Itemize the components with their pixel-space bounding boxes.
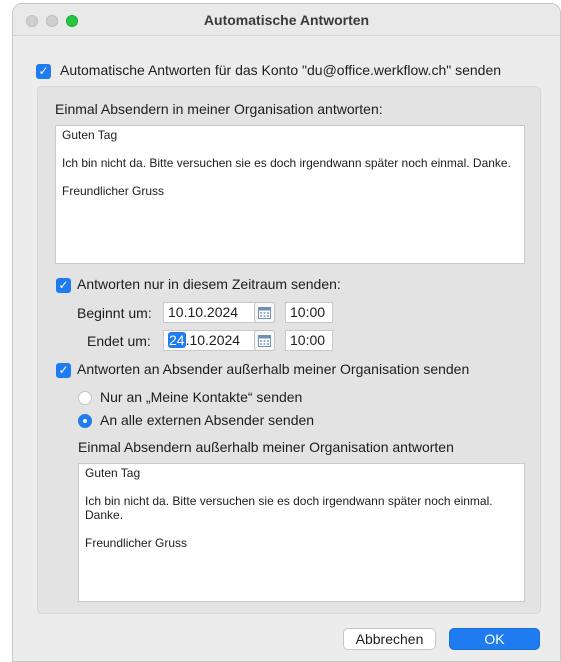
ok-button[interactable]: OK <box>449 628 540 650</box>
end-date-field[interactable]: 24.10.2024 <box>163 330 256 351</box>
auto-reply-dialog: Automatische Antworten ✓ Automatische An… <box>12 3 561 662</box>
internal-line <box>62 142 518 156</box>
start-time-value: 10:00 <box>290 304 326 320</box>
internal-line: Ich bin nicht da. Bitte versuchen sie es… <box>62 156 511 170</box>
end-time-field[interactable]: 10:00 <box>285 330 333 351</box>
internal-line: Freundlicher Gruss <box>62 184 165 198</box>
radio-my-contacts-label: Nur an „Meine Kontakte“ senden <box>100 389 303 405</box>
external-reply-checkbox[interactable]: ✓ <box>56 363 71 378</box>
auto-reply-checkbox[interactable]: ✓ <box>36 64 51 79</box>
title-bar: Automatische Antworten <box>13 4 560 36</box>
checkmark-icon: ✓ <box>38 64 49 78</box>
start-date-field[interactable]: 10.10.2024 <box>163 302 256 323</box>
checkmark-icon: ✓ <box>58 363 69 377</box>
end-date-rest: .10.2024 <box>185 332 241 348</box>
external-line: Guten Tag <box>85 466 141 480</box>
external-line <box>85 480 518 494</box>
external-line <box>85 522 518 536</box>
start-date-value: 10.10.2024 <box>168 304 239 320</box>
start-time-field[interactable]: 10:00 <box>285 302 333 323</box>
end-calendar-button[interactable] <box>254 330 275 351</box>
external-line: Freundlicher Gruss <box>85 536 188 550</box>
calendar-icon <box>258 335 271 347</box>
start-calendar-button[interactable] <box>254 302 275 323</box>
external-reply-checkbox-label: Antworten an Absender außerhalb meiner O… <box>77 361 470 377</box>
checkmark-icon: ✓ <box>58 278 69 292</box>
internal-line: Guten Tag <box>62 128 118 142</box>
external-reply-textarea[interactable]: Guten Tag Ich bin nicht da. Bitte versuc… <box>78 463 525 602</box>
external-line: Ich bin nicht da. Bitte versuchen sie es… <box>85 494 493 522</box>
radio-my-contacts[interactable] <box>78 391 92 405</box>
schedule-checkbox-label: Antworten nur in diesem Zeitraum senden: <box>77 276 341 292</box>
auto-reply-settings-group: Einmal Absendern in meiner Organisation … <box>37 86 541 614</box>
schedule-checkbox[interactable]: ✓ <box>56 278 71 293</box>
radio-all-external-label: An alle externen Absender senden <box>100 412 315 428</box>
internal-reply-textarea[interactable]: Guten Tag Ich bin nicht da. Bitte versuc… <box>55 125 525 264</box>
end-label: Endet um: <box>87 333 151 349</box>
end-date-day-selected[interactable]: 24 <box>168 332 186 348</box>
auto-reply-checkbox-label: Automatische Antworten für das Konto "du… <box>60 62 502 78</box>
external-reply-heading: Einmal Absendern außerhalb meiner Organi… <box>78 439 454 455</box>
end-time-value: 10:00 <box>290 332 326 348</box>
radio-all-external[interactable] <box>78 414 92 428</box>
calendar-icon <box>258 307 271 319</box>
start-label: Beginnt um: <box>77 305 152 321</box>
internal-line <box>62 170 518 184</box>
window-title: Automatische Antworten <box>203 12 370 28</box>
internal-reply-heading: Einmal Absendern in meiner Organisation … <box>55 101 383 117</box>
cancel-button[interactable]: Abbrechen <box>343 628 436 650</box>
